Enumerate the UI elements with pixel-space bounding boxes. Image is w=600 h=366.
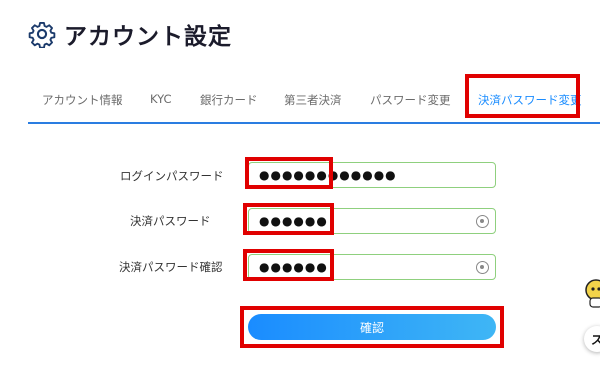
highlight-box-tab bbox=[465, 74, 580, 118]
tab-third-party-payment[interactable]: 第三者決済 bbox=[284, 92, 342, 108]
tab-kyc[interactable]: KYC bbox=[150, 92, 172, 106]
highlight-box-confirm-button bbox=[240, 306, 504, 348]
mascot-icon[interactable] bbox=[582, 278, 600, 310]
page-title: アカウント設定 bbox=[64, 24, 232, 50]
highlight-box-payment-password-confirm bbox=[243, 249, 334, 281]
tab-account-info[interactable]: アカウント情報 bbox=[42, 92, 123, 108]
eye-icon[interactable] bbox=[476, 215, 489, 228]
highlight-box-payment-password bbox=[243, 203, 334, 235]
payment-password-label: 決済パスワード bbox=[130, 214, 211, 228]
login-password-label: ログインパスワード bbox=[120, 169, 224, 183]
payment-password-confirm-label: 決済パスワード確認 bbox=[119, 260, 223, 274]
highlight-box-login-password bbox=[245, 157, 333, 189]
chat-bubble[interactable]: ス bbox=[584, 326, 600, 352]
tab-change-password[interactable]: パスワード変更 bbox=[370, 92, 451, 108]
page-header: アカウント設定 bbox=[28, 14, 232, 54]
tab-bar: アカウント情報 KYC 銀行カード 第三者決済 パスワード変更 決済パスワード変… bbox=[28, 70, 600, 124]
eye-icon[interactable] bbox=[476, 261, 489, 274]
gear-icon bbox=[28, 21, 56, 48]
tab-bank-card[interactable]: 銀行カード bbox=[200, 92, 258, 108]
